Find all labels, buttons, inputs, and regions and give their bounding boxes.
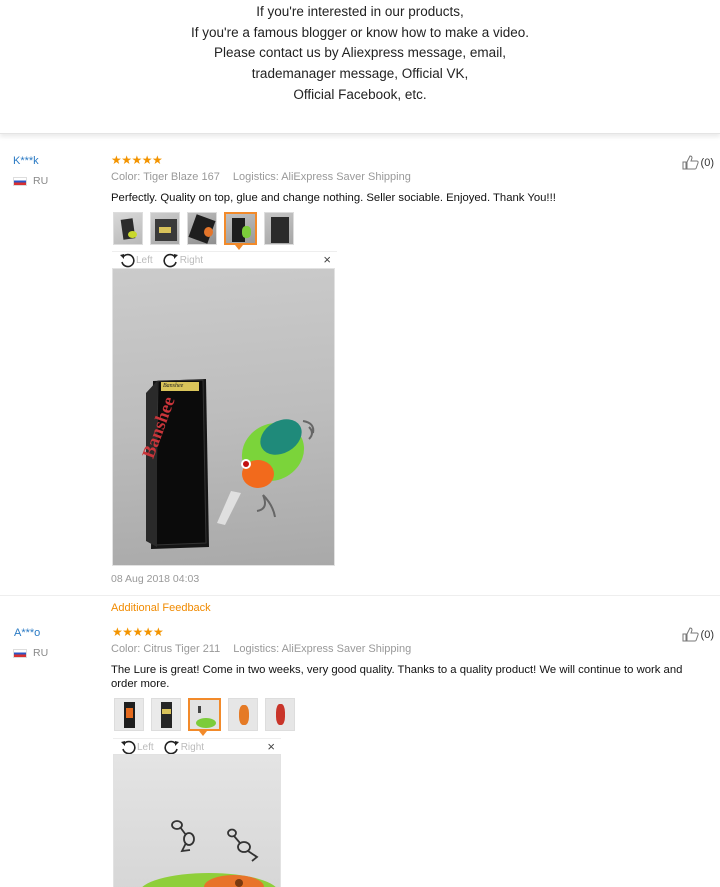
star-rating: ★★★★★ (112, 625, 164, 639)
photo-thumbnail[interactable] (187, 212, 217, 245)
helpful-count: (0) (700, 156, 714, 169)
photo-thumbnail[interactable] (264, 212, 294, 245)
logistics-info: Logistics: AliExpress Saver Shipping (232, 171, 411, 183)
photo-thumbnail-selected[interactable] (188, 698, 221, 731)
country-code: RU (33, 647, 49, 659)
photo-thumbnails (113, 212, 301, 245)
photo-thumbnail[interactable] (265, 698, 295, 731)
photo-viewer-toolbar: Left Right × (112, 251, 337, 268)
box-label-small: Banshee (163, 383, 184, 389)
photo-viewer-toolbar: Left Right × (113, 738, 281, 755)
reviewer-name[interactable]: A***o (14, 627, 40, 639)
rotate-left-button[interactable]: Left (119, 252, 153, 268)
photo-thumbnail[interactable] (151, 698, 181, 731)
rotate-left-icon (120, 253, 135, 268)
reviewer-name[interactable]: K***k (13, 155, 39, 167)
review-date: 08 Aug 2018 04:03 (111, 573, 200, 585)
photo-thumbnail[interactable] (113, 212, 143, 245)
banner-line: If you're interested in our products, (256, 4, 464, 19)
lure-box-photo (146, 379, 315, 549)
rotate-right-icon (164, 740, 179, 755)
review-item: A***o RU ★★★★★ (0) Color: Citrus Tiger 2… (0, 620, 720, 887)
photo-thumbnail[interactable] (114, 698, 144, 731)
rotate-right-label: Right (180, 741, 205, 753)
russia-flag-icon (13, 648, 27, 658)
close-viewer-button[interactable]: × (267, 739, 275, 755)
banner-line: If you're a famous blogger or know how t… (190, 24, 529, 40)
review-photo[interactable]: Banshee Banshee (112, 268, 335, 566)
star-rating: ★★★★★ (111, 153, 163, 167)
helpful-button[interactable]: (0) (682, 155, 714, 170)
rotate-right-button[interactable]: Right (164, 739, 204, 755)
review-text: Perfectly. Quality on top, glue and chan… (111, 192, 556, 204)
promo-banner: If you're interested in our products, If… (0, 0, 720, 134)
product-color: Color: Tiger Blaze 167 (111, 171, 220, 183)
banner-text: If you're interested in our products, If… (0, 2, 720, 106)
logistics-info: Logistics: AliExpress Saver Shipping (233, 643, 412, 655)
photo-thumbnail[interactable] (150, 212, 180, 245)
banner-line: Please contact us by Aliexpress message,… (214, 45, 506, 61)
thumbs-up-icon (682, 155, 699, 170)
rotate-right-button[interactable]: Right (163, 252, 203, 268)
close-viewer-button[interactable]: × (323, 252, 331, 268)
banner-line: Official Facebook, etc. (293, 86, 427, 102)
rotate-left-label: Left (136, 254, 153, 266)
review-meta: Color: Citrus Tiger 211 Logistics: AliEx… (111, 643, 411, 655)
rotate-left-button[interactable]: Left (120, 739, 154, 755)
product-color: Color: Citrus Tiger 211 (111, 643, 221, 655)
additional-feedback-link[interactable]: Additional Feedback (111, 602, 211, 614)
country-code: RU (33, 175, 49, 187)
photo-thumbnail[interactable] (228, 698, 258, 731)
reviewer-country: RU (13, 647, 48, 659)
lure-swivel-photo (142, 820, 276, 887)
selected-caret (235, 245, 243, 250)
review-meta: Color: Tiger Blaze 167 Logistics: AliExp… (111, 171, 411, 183)
rotate-left-label: Left (137, 741, 154, 753)
banner-line: trademanager message, Official VK, (251, 66, 469, 82)
rotate-right-label: Right (179, 254, 204, 266)
reviewer-country: RU (13, 175, 48, 187)
rotate-right-icon (163, 253, 178, 268)
photo-thumbnail-selected[interactable] (224, 212, 257, 245)
review-item: K***k RU ★★★★★ (0) Color: Tiger Blaze 16… (0, 148, 720, 596)
review-photo[interactable] (113, 754, 281, 887)
helpful-button[interactable]: (0) (682, 627, 714, 642)
selected-caret (199, 731, 207, 736)
photo-thumbnails (114, 698, 302, 731)
rotate-left-icon (121, 740, 136, 755)
russia-flag-icon (13, 176, 27, 186)
helpful-count: (0) (700, 628, 714, 641)
review-text: The Lure is great! Come in two weeks, ve… (111, 664, 683, 690)
thumbs-up-icon (682, 627, 699, 642)
